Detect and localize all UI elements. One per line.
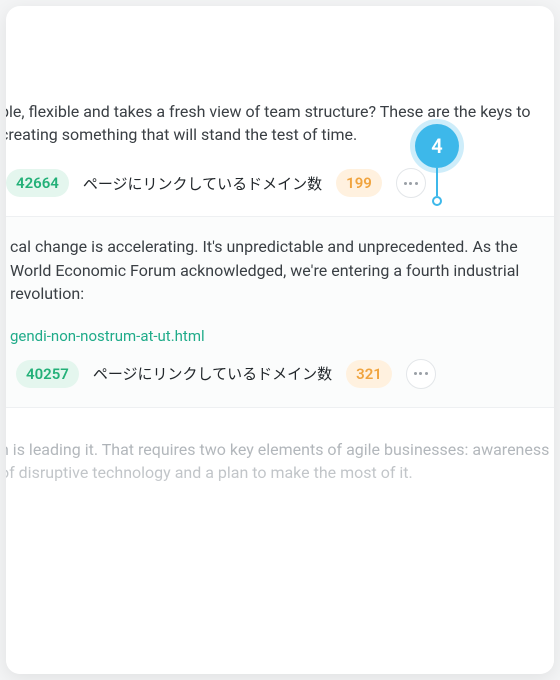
result-row: ble, flexible and takes a fresh view of … — [6, 6, 554, 217]
result-metrics: 42664 ページにリンクしているドメイン数 199 — [6, 168, 554, 198]
more-button[interactable] — [406, 359, 436, 389]
more-icon — [404, 182, 418, 185]
domains-label: ページにリンクしているドメイン数 — [83, 173, 322, 194]
result-row: cal change is accelerating. It's unpredi… — [6, 217, 554, 408]
domains-label: ページにリンクしているドメイン数 — [93, 363, 332, 384]
results-card: ble, flexible and takes a fresh view of … — [6, 6, 554, 674]
result-snippet: n is leading it. That requires two key e… — [6, 438, 554, 484]
more-button[interactable] — [396, 168, 426, 198]
result-metrics: 40257 ページにリンクしているドメイン数 321 — [6, 359, 554, 389]
backlinks-badge: 42664 — [6, 169, 69, 197]
more-icon — [414, 372, 428, 375]
domains-badge: 321 — [346, 360, 392, 388]
domains-badge: 199 — [336, 169, 382, 197]
result-url[interactable]: gendi-non-nostrum-at-ut.html — [10, 327, 554, 345]
tour-step-dot — [432, 196, 442, 206]
backlinks-badge: 40257 — [16, 360, 79, 388]
result-snippet: cal change is accelerating. It's unpredi… — [10, 235, 554, 305]
tour-step-marker[interactable]: 4 — [415, 124, 459, 168]
result-snippet: ble, flexible and takes a fresh view of … — [6, 100, 554, 146]
result-row: n is leading it. That requires two key e… — [6, 408, 554, 508]
tour-step-line — [436, 168, 438, 196]
